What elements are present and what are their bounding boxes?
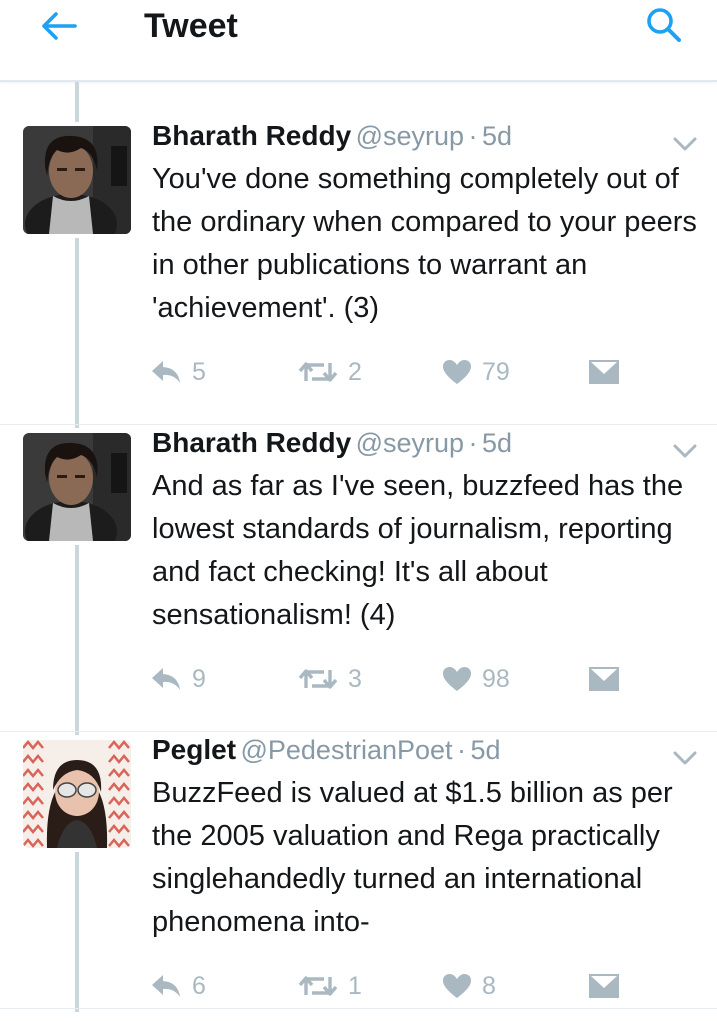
app-bar: Tweet <box>0 0 717 82</box>
tweet[interactable]: Peglet @PedestrianPoet · 5d BuzzFeed is … <box>0 734 717 1021</box>
search-icon <box>647 8 681 42</box>
thread-line <box>75 82 79 122</box>
envelope-icon <box>589 667 619 691</box>
tweet[interactable]: Bharath Reddy @seyrup · 5d You've done s… <box>0 120 717 426</box>
direct-message-button[interactable] <box>588 352 620 392</box>
back-button[interactable] <box>34 6 82 46</box>
retweet-count: 2 <box>348 357 362 386</box>
chevron-down-icon[interactable] <box>670 132 700 156</box>
separator-dot: · <box>468 428 478 458</box>
like-count: 98 <box>482 664 510 693</box>
reply-button[interactable]: 5 <box>150 352 206 392</box>
user-name[interactable]: Bharath Reddy <box>152 120 351 151</box>
direct-message-button[interactable] <box>588 659 620 699</box>
tweet-actions: 5 2 79 <box>150 352 630 392</box>
like-button[interactable]: 8 <box>442 966 496 1006</box>
separator-dot: · <box>456 735 466 765</box>
user-handle[interactable]: @seyrup <box>356 121 464 151</box>
user-handle[interactable]: @seyrup <box>356 428 464 458</box>
search-button[interactable] <box>640 4 688 46</box>
separator-dot: · <box>468 121 478 151</box>
reply-button[interactable]: 9 <box>150 659 206 699</box>
envelope-icon <box>589 360 619 384</box>
heart-icon <box>443 974 471 998</box>
tweet-header: Bharath Reddy @seyrup · 5d <box>152 423 512 468</box>
avatar[interactable] <box>23 433 131 541</box>
like-button[interactable]: 98 <box>442 659 510 699</box>
tweet-header: Peglet @PedestrianPoet · 5d <box>152 730 500 775</box>
timestamp: 5d <box>481 428 513 458</box>
envelope-icon <box>589 974 619 998</box>
retweet-count: 1 <box>348 971 362 1000</box>
reply-count: 9 <box>192 664 206 693</box>
reply-button[interactable]: 6 <box>150 966 206 1006</box>
tweet[interactable]: Bharath Reddy @seyrup · 5d And as far as… <box>0 427 717 733</box>
tweet-actions: 9 3 98 <box>150 659 630 699</box>
like-count: 79 <box>482 357 510 386</box>
divider <box>0 1008 717 1009</box>
tweet-actions: 6 1 8 <box>150 966 630 1006</box>
tweet-text: You've done something completely out of … <box>152 163 697 324</box>
timestamp: 5d <box>470 735 501 765</box>
direct-message-button[interactable] <box>588 966 620 1006</box>
avatar[interactable] <box>23 126 131 234</box>
retweet-count: 3 <box>348 664 362 693</box>
retweet-button[interactable]: 1 <box>298 966 362 1006</box>
reply-count: 5 <box>192 357 206 386</box>
avatar[interactable] <box>23 740 131 848</box>
tweet-text: And as far as I've seen, buzzfeed has th… <box>152 470 684 631</box>
retweet-icon <box>298 362 338 382</box>
chevron-down-icon[interactable] <box>670 746 700 770</box>
page-title: Tweet <box>144 7 238 45</box>
like-button[interactable]: 79 <box>442 352 510 392</box>
like-count: 8 <box>482 971 496 1000</box>
chevron-down-icon[interactable] <box>670 439 700 463</box>
retweet-button[interactable]: 3 <box>298 659 362 699</box>
heart-icon <box>443 360 471 384</box>
reply-count: 6 <box>192 971 206 1000</box>
timestamp: 5d <box>481 121 513 151</box>
tweet-header: Bharath Reddy @seyrup · 5d <box>152 116 512 161</box>
user-name[interactable]: Bharath Reddy <box>152 427 351 458</box>
reply-icon <box>152 668 180 690</box>
user-handle[interactable]: @PedestrianPoet <box>240 735 452 765</box>
arrow-left-icon <box>42 12 77 40</box>
retweet-icon <box>298 669 338 689</box>
heart-icon <box>443 667 471 691</box>
reply-icon <box>152 975 180 997</box>
retweet-icon <box>298 976 338 996</box>
user-name[interactable]: Peglet <box>152 734 236 765</box>
tweet-text: BuzzFeed is valued at $1.5 billion as pe… <box>152 777 673 938</box>
retweet-button[interactable]: 2 <box>298 352 362 392</box>
reply-icon <box>152 361 180 383</box>
